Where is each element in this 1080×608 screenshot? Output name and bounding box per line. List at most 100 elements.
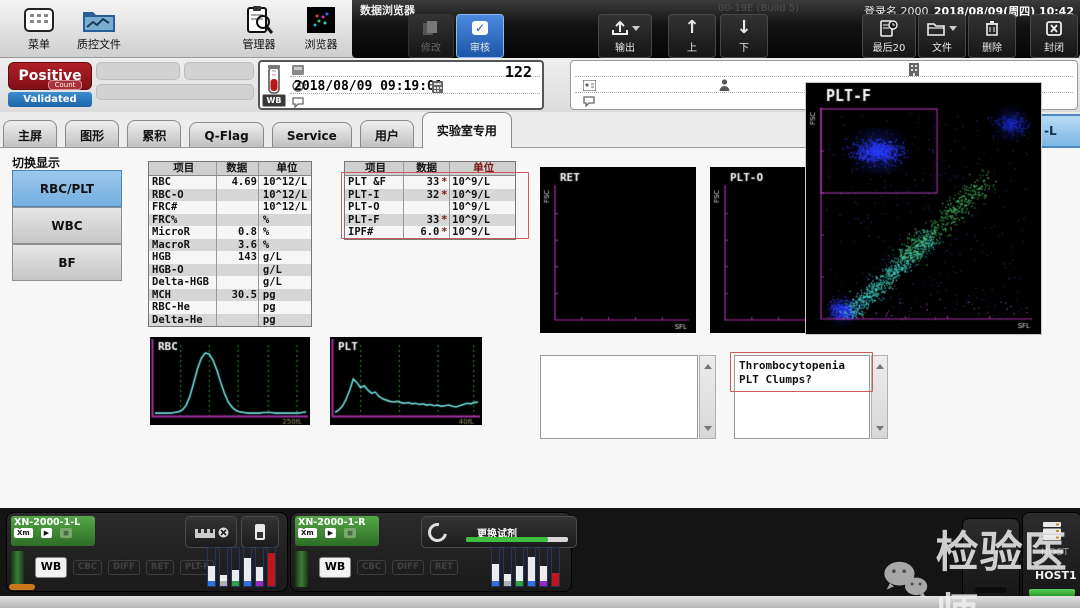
next-label: 下 — [739, 43, 749, 54]
rack-status-button[interactable] — [185, 516, 237, 548]
clipboard-magnifier-icon — [228, 4, 290, 36]
tab-cumulative[interactable]: 累积 — [127, 120, 181, 149]
tab-qflag[interactable]: Q-Flag — [189, 122, 263, 148]
display-button-rbc-plt[interactable]: RBC/PLT — [12, 170, 122, 207]
sampler-run-badge: ▶ — [41, 528, 52, 538]
validate-button[interactable]: ✓ 审核 — [456, 14, 504, 58]
ret-scattergram[interactable] — [540, 167, 696, 333]
next-button[interactable]: ↓ 下 — [720, 14, 768, 58]
rack-icon — [194, 525, 216, 539]
table-row[interactable]: Delta-HGBg/L — [149, 276, 311, 289]
analyzer-panel-right[interactable]: XN-2000-1-R X̄m ▶ ◼ 更换试剂 WB CBCDIFFRET — [290, 512, 572, 592]
sample-info-panel[interactable]: WB 122 2018/08/09 09:19:01 — [258, 60, 544, 110]
assay-badge: DIFF — [108, 560, 140, 575]
tab-service[interactable]: Service — [272, 122, 352, 148]
reagent-bar — [231, 547, 240, 587]
reagent-replace-status[interactable]: 更换试剂 — [421, 516, 577, 548]
flag-line-1: Thrombocytopenia — [739, 359, 865, 373]
close-button[interactable]: 封闭 — [1030, 14, 1078, 58]
file-label: 文件 — [932, 43, 952, 54]
rack-small-icon — [292, 65, 304, 75]
browser-label: 浏览器 — [305, 38, 338, 51]
delete-button[interactable]: 删除 — [968, 14, 1016, 58]
last20-label: 最后20 — [873, 43, 906, 54]
doc-clock-icon — [863, 17, 915, 39]
output-icon — [599, 17, 651, 39]
display-button-bf[interactable]: BF — [12, 244, 122, 281]
plt-f-popup-window[interactable] — [805, 82, 1042, 335]
table-header: 项目 数据 单位 — [149, 162, 311, 176]
display-button-wbc[interactable]: WBC — [12, 207, 122, 244]
table-row[interactable]: IPF#6.0*10^9/L — [345, 226, 515, 239]
blood-tube-icon — [264, 65, 284, 95]
table-row[interactable]: PLT-F33*10^9/L — [345, 214, 515, 227]
table-row[interactable]: FRC#10^12/L — [149, 201, 311, 214]
scroll-down-icon[interactable] — [876, 426, 884, 431]
table-row[interactable]: RBC4.6910^12/L — [149, 176, 311, 189]
table-row[interactable]: PLT-O10^9/L — [345, 201, 515, 214]
mode-badge: WB — [319, 557, 351, 578]
table-row[interactable]: PLT &F33*10^9/L — [345, 176, 515, 189]
reagent-progress-fill — [466, 537, 548, 542]
menu-button[interactable]: 菜单 — [8, 4, 70, 52]
comment-bubble-icon — [292, 97, 304, 108]
last20-button[interactable]: 最后20 — [862, 14, 916, 58]
reagent-bar — [207, 547, 216, 587]
file-button[interactable]: 文件 — [918, 14, 966, 58]
table-row[interactable]: RBC-O10^12/L — [149, 189, 311, 202]
tab-graph[interactable]: 图形 — [65, 120, 119, 149]
flag-message-box[interactable]: Thrombocytopenia PLT Clumps? — [734, 355, 870, 439]
prev-button[interactable]: ↑ 上 — [668, 14, 716, 58]
output-button[interactable]: 输出 — [598, 14, 652, 58]
manager-button[interactable]: 管理器 — [228, 4, 290, 52]
table-row[interactable]: FRC%% — [149, 214, 311, 227]
material-badge: WB — [262, 94, 286, 107]
table-row[interactable]: HGB-Og/L — [149, 264, 311, 277]
tab-lab-custom[interactable]: 实验室专用 — [422, 112, 512, 148]
table-row[interactable]: HGB143g/L — [149, 251, 311, 264]
reagent-bar — [267, 547, 276, 587]
manager-label: 管理器 — [243, 38, 276, 51]
screen: 菜单 质控文件 管理器 浏览器 数据浏览器 00-19E (Build 5) 登… — [0, 0, 1080, 608]
validated-badge: Validated — [8, 92, 92, 107]
menu-grid-icon — [8, 4, 70, 36]
modify-icon — [409, 17, 453, 39]
scroll-up-icon[interactable] — [876, 364, 884, 369]
scroll-down-icon[interactable] — [704, 426, 712, 431]
table-row[interactable]: MacroR3.6% — [149, 239, 311, 252]
table-row[interactable]: RBC-Hepg — [149, 301, 311, 314]
table-row[interactable]: PLT-I32*10^9/L — [345, 189, 515, 202]
table-row[interactable]: MCH30.5pg — [149, 289, 311, 302]
tube-holder-button[interactable] — [241, 516, 279, 548]
calculator-icon — [432, 81, 443, 93]
comment-box-empty[interactable] — [540, 355, 698, 439]
status-slot — [96, 62, 180, 80]
qc-file-button[interactable]: 质控文件 — [64, 4, 134, 52]
table-row[interactable]: Delta-Hepg — [149, 314, 311, 327]
status-slot — [184, 62, 254, 80]
reagent-bar — [551, 547, 560, 587]
analyzer-panel-left[interactable]: XN-2000-1-L X̄m ▶ ◼ WB CBCDIFFRETPLT-F — [6, 512, 288, 592]
plt-f-scattergram[interactable] — [806, 83, 1039, 332]
scroll-up-icon[interactable] — [704, 364, 712, 369]
build-version: 00-19E (Build 5) — [718, 3, 799, 14]
tab-main[interactable]: 主屏 — [3, 120, 57, 149]
reagent-levels — [491, 549, 560, 587]
analyzer-title-left: XN-2000-1-L X̄m ▶ ◼ — [11, 516, 95, 546]
modify-button[interactable]: 修改 — [408, 14, 454, 58]
assay-badges: CBCDIFFRET — [357, 560, 458, 575]
browser-button[interactable]: 浏览器 — [290, 4, 352, 52]
flag-scrollbar[interactable] — [871, 355, 888, 439]
watermark: 检验医师 — [882, 518, 1080, 608]
prev-label: 上 — [687, 43, 697, 54]
tab-user[interactable]: 用户 — [360, 120, 414, 149]
comment-scrollbar[interactable] — [699, 355, 716, 439]
assay-badge: RET — [430, 560, 458, 575]
down-arrow-icon: ↓ — [721, 17, 767, 39]
table-row[interactable]: MicroR0.8% — [149, 226, 311, 239]
assay-badge: CBC — [73, 560, 102, 575]
rbc-histogram[interactable] — [150, 337, 310, 425]
plt-histogram[interactable] — [330, 337, 482, 425]
up-arrow-icon: ↑ — [669, 17, 715, 39]
qc-file-label: 质控文件 — [77, 38, 121, 51]
